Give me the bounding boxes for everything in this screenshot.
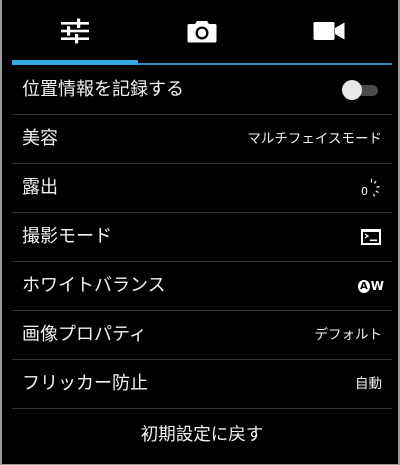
camera-settings-panel: 位置情報を記録する 美容 マルチフェイスモード 露出 0 撮影モード ホワイトバ… [2,0,398,464]
setting-label-white-balance: ホワイトバランス [22,275,166,296]
sliders-icon [61,18,89,44]
awb-icon-suffix: W [370,279,384,293]
video-camera-icon [313,22,345,40]
setting-label-location: 位置情報を記録する [22,79,184,100]
tab-video-settings[interactable] [266,0,392,62]
awb-icon: AW [358,274,384,298]
settings-list: 位置情報を記録する 美容 マルチフェイスモード 露出 0 撮影モード ホワイトバ… [12,66,392,461]
tab-general-settings[interactable] [12,0,138,62]
setting-row-picture-properties[interactable]: 画像プロパティ デフォルト [12,311,392,360]
setting-value-picture-properties: デフォルト [314,327,383,343]
setting-row-white-balance[interactable]: ホワイトバランス AW [12,262,392,311]
tab-photo-settings[interactable] [138,0,266,62]
setting-row-exposure[interactable]: 露出 0 [12,164,392,213]
tab-active-indicator [12,60,138,65]
setting-label-picture-properties: 画像プロパティ [22,324,147,345]
camera-icon [187,21,217,43]
setting-row-location[interactable]: 位置情報を記録する [12,66,392,115]
reset-defaults-button[interactable]: 初期設定に戻す [12,409,392,461]
toggle-knob [342,80,362,100]
settings-tab-bar [12,0,392,66]
setting-row-beauty[interactable]: 美容 マルチフェイスモード [12,115,392,164]
setting-label-anti-flicker: フリッカー防止 [22,373,148,394]
scene-auto-icon [358,225,384,249]
awb-icon-letter: A [358,279,370,293]
location-toggle[interactable] [342,80,378,100]
exposure-zero-icon: 0 [358,176,384,200]
svg-text:0: 0 [361,185,368,198]
setting-row-scene-mode[interactable]: 撮影モード [12,213,392,262]
setting-label-scene-mode: 撮影モード [22,226,112,247]
setting-value-anti-flicker: 自動 [355,376,382,392]
setting-row-anti-flicker[interactable]: フリッカー防止 自動 [12,360,392,409]
setting-label-beauty: 美容 [22,128,58,149]
setting-value-beauty: マルチフェイスモード [247,131,382,147]
setting-label-exposure: 露出 [22,177,58,198]
